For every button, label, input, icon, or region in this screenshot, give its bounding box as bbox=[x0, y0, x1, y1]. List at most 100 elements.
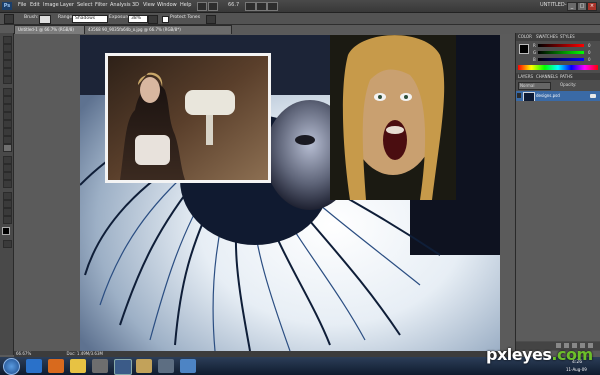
menu-analysis[interactable]: Analysis bbox=[110, 2, 131, 8]
tools-panel bbox=[0, 33, 14, 355]
media-icon[interactable] bbox=[92, 359, 108, 373]
quick-selection-tool-icon[interactable] bbox=[3, 60, 12, 68]
path-selection-tool-icon[interactable] bbox=[3, 172, 12, 180]
menu-select[interactable]: Select bbox=[77, 2, 92, 8]
exposure-field[interactable]: 38% bbox=[128, 15, 148, 23]
ie-icon[interactable] bbox=[26, 359, 42, 373]
menu-view[interactable]: View bbox=[143, 2, 155, 8]
maximize-button[interactable]: □ bbox=[577, 2, 587, 11]
menu-bar: Ps File Edit Image Layer Select Filter A… bbox=[0, 0, 600, 13]
burn-tool-icon[interactable] bbox=[4, 14, 14, 24]
tab-swatches[interactable]: SWATCHES bbox=[536, 34, 558, 39]
tab-paths[interactable]: PATHS bbox=[560, 74, 573, 79]
tab-channels[interactable]: CHANNELS bbox=[536, 74, 558, 79]
layers-panel-header: LAYERS CHANNELS PATHS bbox=[516, 73, 600, 80]
artwork-image bbox=[80, 35, 500, 351]
range-select[interactable]: Shadows bbox=[72, 15, 108, 23]
tablet-pressure-icon[interactable] bbox=[206, 15, 216, 24]
status-zoom[interactable]: 66.67% bbox=[16, 351, 31, 356]
zoom-level[interactable]: 66.7 bbox=[228, 2, 239, 8]
close-button[interactable]: × bbox=[587, 2, 597, 11]
quick-mask-icon[interactable] bbox=[3, 240, 12, 248]
layer-name[interactable]: designs.psd bbox=[536, 93, 560, 98]
blue-slider[interactable] bbox=[538, 58, 584, 61]
clone-stamp-tool-icon[interactable] bbox=[3, 104, 12, 112]
layer-row-selected[interactable]: designs.psd bbox=[516, 91, 600, 102]
clock-date: 11-Aug-09 bbox=[566, 367, 587, 372]
foreground-swatch[interactable] bbox=[519, 44, 529, 54]
menu-window[interactable]: Window bbox=[157, 2, 177, 8]
green-value[interactable]: 0 bbox=[588, 50, 591, 55]
menu-help[interactable]: Help bbox=[180, 2, 191, 8]
blue-value[interactable]: 0 bbox=[588, 57, 591, 62]
blur-tool-icon[interactable] bbox=[3, 136, 12, 144]
lasso-tool-icon[interactable] bbox=[3, 52, 12, 60]
menu-layer[interactable]: Layer bbox=[60, 2, 74, 8]
brush-tool-icon[interactable] bbox=[3, 96, 12, 104]
crop-tool-icon[interactable] bbox=[3, 68, 12, 76]
healing-brush-tool-icon[interactable] bbox=[3, 88, 12, 96]
airbrush-icon[interactable] bbox=[148, 15, 158, 24]
status-doc-size: Doc: 1.49M/3.63M bbox=[66, 351, 103, 356]
menu-filter[interactable]: Filter bbox=[95, 2, 107, 8]
move-tool-icon[interactable] bbox=[3, 36, 12, 44]
hand-tool-icon[interactable] bbox=[3, 208, 12, 216]
watermark-domain: .com bbox=[551, 345, 593, 364]
firefox-icon[interactable] bbox=[48, 359, 64, 373]
menu-3d[interactable]: 3D bbox=[132, 2, 139, 8]
photoshop-task-icon[interactable] bbox=[114, 359, 132, 375]
blend-mode-select[interactable]: Normal bbox=[518, 82, 551, 90]
right-panels: COLOR SWATCHES STYLES R 0 G 0 B 0 LAYERS… bbox=[515, 33, 600, 351]
green-label: G bbox=[533, 50, 537, 55]
arrange-documents-icon[interactable] bbox=[267, 2, 278, 11]
burn-tool-active-icon[interactable] bbox=[3, 144, 12, 152]
options-bar: Brush: Range: Shadows Exposure: 38% Prot… bbox=[0, 13, 600, 25]
shape-tool-icon[interactable] bbox=[3, 180, 12, 188]
brush-preset-picker[interactable] bbox=[39, 15, 51, 24]
type-tool-icon[interactable] bbox=[3, 164, 12, 172]
layers-list-empty bbox=[516, 101, 600, 341]
pen-tool-icon[interactable] bbox=[3, 156, 12, 164]
app-icon[interactable] bbox=[158, 359, 174, 373]
lock-icon bbox=[590, 94, 596, 98]
foreground-color-swatch[interactable] bbox=[2, 227, 10, 235]
workspace-switcher[interactable]: UNTITLED-1 bbox=[540, 2, 570, 8]
mini-bridge-icon[interactable] bbox=[208, 2, 218, 11]
red-label: R bbox=[533, 43, 536, 48]
pxleyes-watermark: pxleyes.com bbox=[486, 345, 593, 364]
menu-image[interactable]: Image bbox=[43, 2, 59, 8]
hand-tool-icon[interactable] bbox=[245, 2, 256, 11]
3d-orbit-tool-icon[interactable] bbox=[3, 200, 12, 208]
blue-label: B bbox=[533, 57, 536, 62]
protect-tones-checkbox[interactable] bbox=[162, 16, 169, 23]
menu-file[interactable]: File bbox=[18, 2, 26, 8]
3d-rotate-tool-icon[interactable] bbox=[3, 192, 12, 200]
color-ramp[interactable] bbox=[518, 65, 598, 70]
eye-icon[interactable] bbox=[517, 93, 521, 98]
tab-color[interactable]: COLOR bbox=[518, 34, 532, 39]
opacity-label: Opacity: bbox=[560, 82, 577, 87]
red-slider[interactable] bbox=[538, 44, 584, 47]
start-button[interactable] bbox=[3, 358, 20, 375]
green-slider[interactable] bbox=[538, 51, 584, 54]
tab-styles[interactable]: STYLES bbox=[560, 34, 575, 39]
app-icon-2[interactable] bbox=[180, 359, 196, 373]
zoom-tool-icon[interactable] bbox=[3, 216, 12, 224]
eraser-tool-icon[interactable] bbox=[3, 120, 12, 128]
red-value[interactable]: 0 bbox=[588, 43, 591, 48]
gradient-tool-icon[interactable] bbox=[3, 128, 12, 136]
photoshop-logo: Ps bbox=[2, 2, 12, 10]
tab-layers[interactable]: LAYERS bbox=[518, 74, 533, 79]
marquee-tool-icon[interactable] bbox=[3, 44, 12, 52]
watermark-text: pxleyes bbox=[486, 345, 552, 364]
document-canvas[interactable] bbox=[80, 35, 500, 351]
minimize-button[interactable]: _ bbox=[567, 2, 577, 11]
eyedropper-tool-icon[interactable] bbox=[3, 76, 12, 84]
folder-icon[interactable] bbox=[70, 359, 86, 373]
bridge-icon[interactable] bbox=[197, 2, 207, 11]
explorer-icon[interactable] bbox=[136, 359, 152, 373]
menu-edit[interactable]: Edit bbox=[30, 2, 40, 8]
brush-label: Brush: bbox=[24, 15, 39, 20]
history-brush-tool-icon[interactable] bbox=[3, 112, 12, 120]
rotate-view-icon[interactable] bbox=[256, 2, 267, 11]
